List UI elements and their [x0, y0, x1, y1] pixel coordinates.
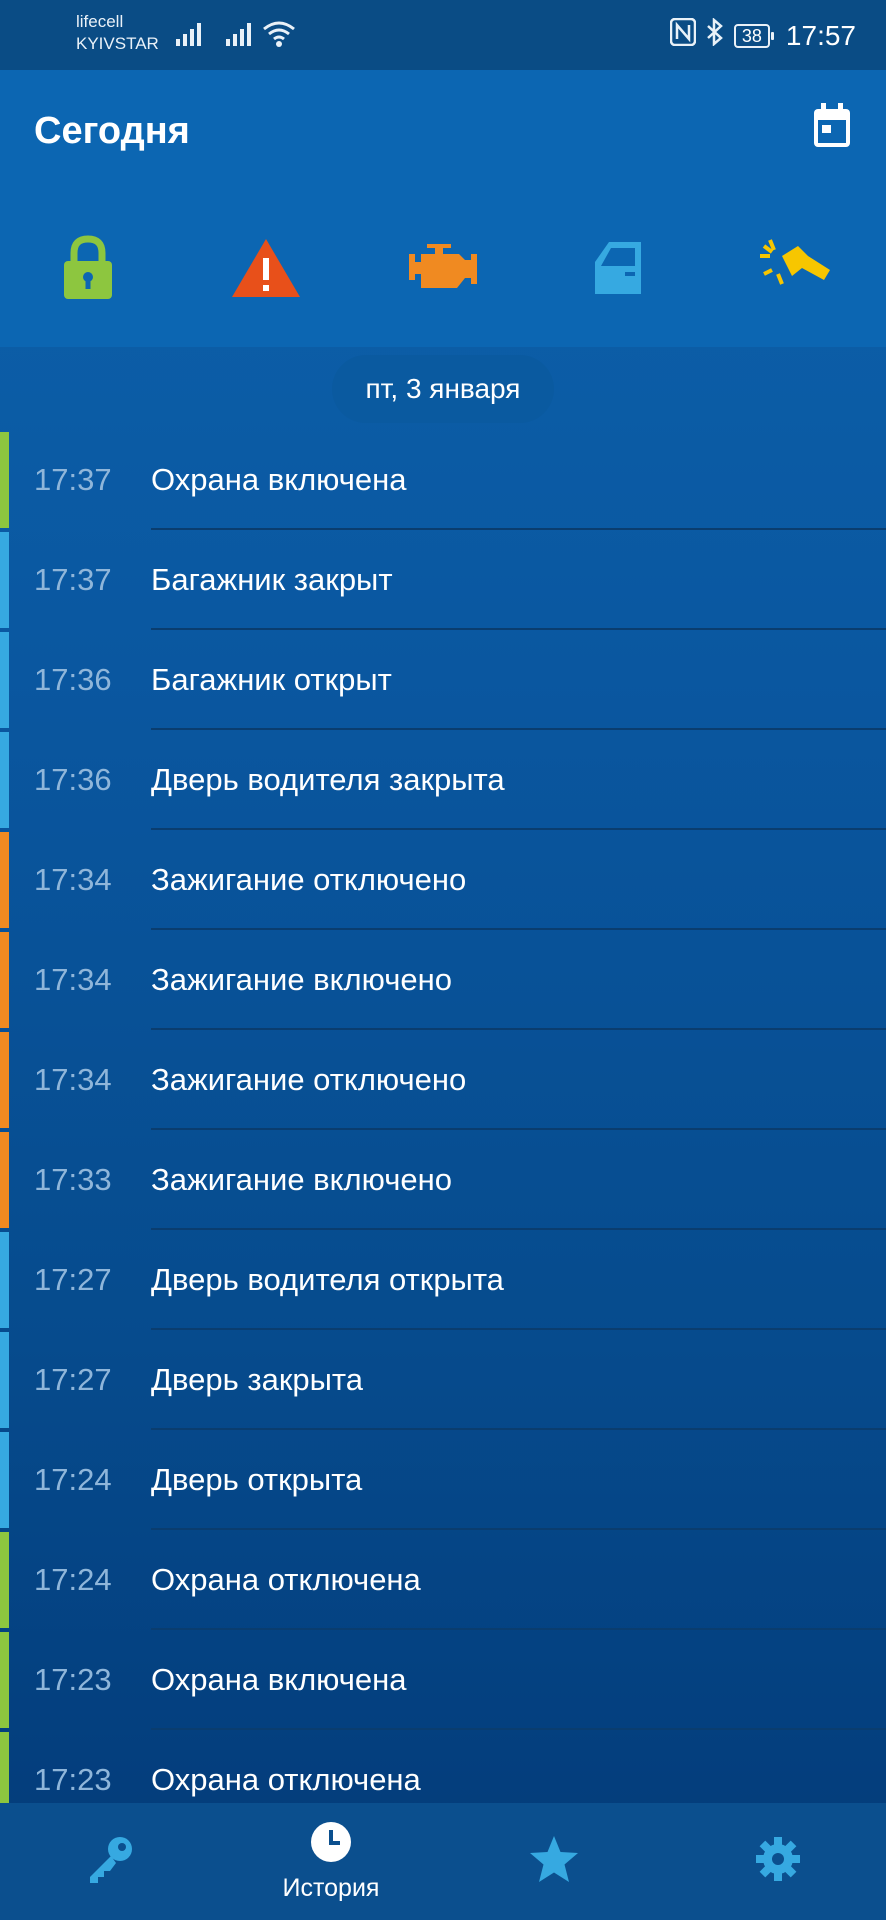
nav-key[interactable] [70, 1803, 150, 1920]
event-text: Багажник закрыт [151, 562, 393, 597]
event-time: 17:27 [34, 1362, 112, 1397]
event-row[interactable]: 17:37 Охрана включена [0, 430, 886, 530]
gear-icon [755, 1836, 801, 1887]
event-category-bar [0, 1432, 9, 1528]
event-category-bar [0, 932, 9, 1028]
event-time: 17:37 [34, 462, 112, 497]
event-category-bar [0, 1332, 9, 1428]
event-text: Охрана отключена [151, 1562, 421, 1597]
event-time: 17:34 [34, 962, 112, 997]
bluetooth-icon [706, 17, 724, 53]
signal-icon [226, 22, 256, 46]
app-screen: lifecell KYIVSTAR 38 17:57 Сегодня пт, 3… [0, 0, 886, 1920]
event-row[interactable]: 17:24 Дверь открыта [0, 1430, 886, 1530]
date-chip: пт, 3 января [332, 355, 554, 423]
event-category-bar [0, 1532, 9, 1628]
event-text: Дверь закрыта [151, 1362, 363, 1397]
wifi-icon [262, 20, 296, 48]
event-row[interactable]: 17:23 Охрана включена [0, 1630, 886, 1730]
event-text: Дверь открыта [151, 1462, 363, 1497]
carrier-names: lifecell KYIVSTAR [76, 11, 159, 55]
event-category-bar [0, 1632, 9, 1728]
event-category-bar [0, 432, 9, 528]
event-text: Охрана включена [151, 1662, 407, 1697]
event-time: 17:34 [34, 862, 112, 897]
event-row[interactable]: 17:37 Багажник закрыт [0, 530, 886, 630]
event-row[interactable]: 17:34 Зажигание включено [0, 930, 886, 1030]
engine-icon[interactable] [403, 228, 483, 308]
event-text: Зажигание отключено [151, 862, 467, 897]
door-icon[interactable] [578, 228, 658, 308]
event-time: 17:27 [34, 1262, 112, 1297]
clock: 17:57 [785, 19, 856, 51]
event-time: 17:37 [34, 562, 112, 597]
event-row[interactable]: 17:24 Охрана отключена [0, 1530, 886, 1630]
event-category-bar [0, 1132, 9, 1228]
event-list: 17:37 Охрана включена 17:37 Багажник закрыт… [0, 430, 886, 1830]
app-header: Сегодня [0, 70, 886, 347]
bottom-nav: История [0, 1803, 886, 1920]
event-category-bar [0, 632, 9, 728]
event-time: 17:36 [34, 762, 112, 797]
page-title: Сегодня [34, 110, 190, 152]
event-text: Охрана включена [151, 462, 407, 497]
nav-favorites[interactable] [524, 1803, 584, 1920]
star-icon [528, 1834, 580, 1889]
nav-settings[interactable] [748, 1803, 808, 1920]
event-row[interactable]: 17:27 Дверь закрыта [0, 1330, 886, 1430]
impact-icon[interactable] [756, 228, 836, 308]
event-time: 17:23 [34, 1662, 112, 1697]
nfc-icon [669, 17, 697, 53]
event-text: Багажник открыт [151, 662, 392, 697]
event-category-bar [0, 832, 9, 928]
event-row[interactable]: 17:36 Багажник открыт [0, 630, 886, 730]
event-category-bar [0, 1232, 9, 1328]
battery-indicator: 38 [733, 23, 774, 48]
key-icon [84, 1833, 136, 1890]
event-row[interactable]: 17:34 Зажигание отключено [0, 1030, 886, 1130]
event-row[interactable]: 17:36 Дверь водителя закрыта [0, 730, 886, 830]
signal-icon [176, 22, 206, 46]
lock-icon[interactable] [48, 228, 128, 308]
status-bar: lifecell KYIVSTAR 38 17:57 [0, 0, 886, 70]
event-time: 17:24 [34, 1562, 112, 1597]
event-row[interactable]: 17:27 Дверь водителя открыта [0, 1230, 886, 1330]
event-filter-row [0, 228, 886, 318]
carrier-2: KYIVSTAR [76, 34, 159, 53]
event-text: Зажигание включено [151, 1162, 452, 1197]
status-right: 38 17:57 [669, 17, 856, 53]
event-time: 17:24 [34, 1462, 112, 1497]
event-category-bar [0, 1032, 9, 1128]
event-row[interactable]: 17:33 Зажигание включено [0, 1130, 886, 1230]
event-category-bar [0, 732, 9, 828]
clock-icon [310, 1821, 352, 1868]
event-time: 17:33 [34, 1162, 112, 1197]
warning-icon[interactable] [226, 228, 306, 308]
event-text: Зажигание отключено [151, 1062, 467, 1097]
nav-history[interactable]: История [266, 1803, 396, 1920]
calendar-icon[interactable] [812, 103, 852, 149]
event-row[interactable]: 17:34 Зажигание отключено [0, 830, 886, 930]
event-text: Дверь водителя открыта [151, 1262, 504, 1297]
event-time: 17:34 [34, 1062, 112, 1097]
nav-history-label: История [282, 1873, 380, 1902]
event-text: Дверь водителя закрыта [151, 762, 505, 797]
event-time: 17:36 [34, 662, 112, 697]
event-text: Зажигание включено [151, 962, 452, 997]
carrier-1: lifecell [76, 12, 124, 31]
event-category-bar [0, 532, 9, 628]
